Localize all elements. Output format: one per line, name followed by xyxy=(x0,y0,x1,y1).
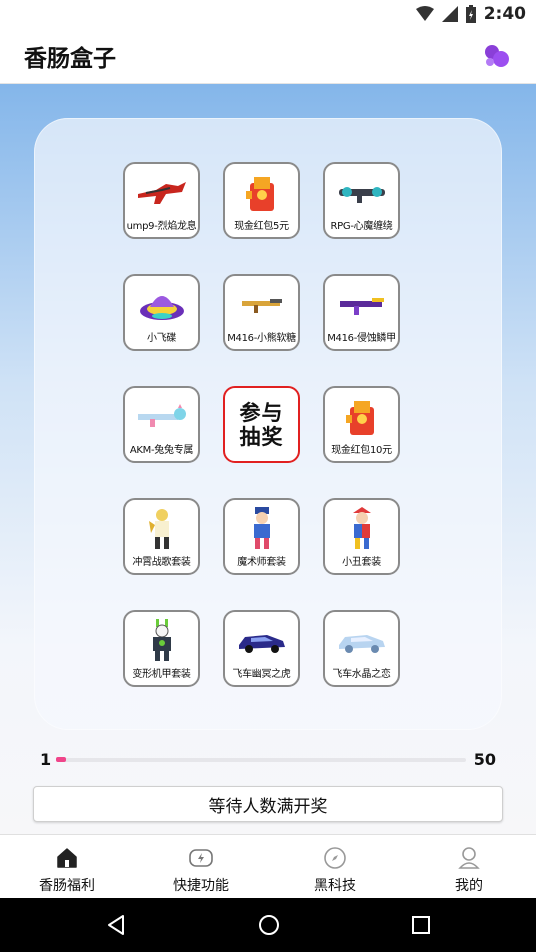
progress-track xyxy=(56,758,466,762)
purple-bubbles-icon[interactable] xyxy=(484,44,510,68)
system-nav-bar xyxy=(0,898,536,952)
clock: 2:40 xyxy=(483,4,526,24)
join-draw-button[interactable]: 参与 抽奖 xyxy=(223,386,300,463)
prize-label: AKM-兔兔专属 xyxy=(129,445,194,456)
prize-item[interactable]: 小飞碟 xyxy=(123,274,200,351)
prize-item[interactable]: 现金红包5元 xyxy=(223,162,300,239)
nav-label: 黑科技 xyxy=(314,878,356,894)
nav-item-mine[interactable]: 我的 xyxy=(402,835,536,898)
nav-label: 我的 xyxy=(455,878,483,894)
progress-max: 50 xyxy=(473,750,496,769)
prize-label: ump9-烈焰龙息 xyxy=(126,221,197,232)
prize-label: 飞车幽冥之虎 xyxy=(232,669,291,680)
prize-label: M416-侵蚀鳞甲 xyxy=(327,333,396,344)
nav-item-welfare[interactable]: 香肠福利 xyxy=(0,835,134,898)
wifi-icon xyxy=(415,6,434,21)
join-draw-line1: 参与 xyxy=(239,400,284,425)
prize-item[interactable]: M416-侵蚀鳞甲 xyxy=(323,274,400,351)
nav-item-shortcuts[interactable]: 快捷功能 xyxy=(134,835,268,898)
nav-item-tech[interactable]: 黑科技 xyxy=(268,835,402,898)
prize-item[interactable]: 变形机甲套装 xyxy=(123,610,200,687)
mech-suit-icon xyxy=(134,619,190,661)
bottom-nav: 香肠福利 快捷功能 黑科技 我的 xyxy=(0,834,536,898)
nav-label: 快捷功能 xyxy=(173,878,229,894)
purple-rifle-icon xyxy=(334,285,390,325)
ufo-icon xyxy=(134,285,190,325)
prize-item[interactable]: AKM-兔兔专属 xyxy=(123,386,200,463)
prize-item[interactable]: 现金红包10元 xyxy=(323,386,400,463)
red-envelope-icon xyxy=(334,397,390,437)
prize-label: 现金红包5元 xyxy=(234,221,289,232)
red-dragon-gun-icon xyxy=(134,173,190,213)
prize-label: 小飞碟 xyxy=(146,333,177,344)
recents-icon[interactable] xyxy=(411,915,431,935)
prize-label: M416-小熊软糖 xyxy=(227,333,296,344)
home-icon xyxy=(56,845,78,871)
back-icon[interactable] xyxy=(105,914,127,936)
prize-label: 现金红包10元 xyxy=(331,445,392,456)
magician-suit-icon xyxy=(234,507,290,549)
rpg-launcher-icon xyxy=(334,173,390,213)
prize-item[interactable]: RPG-心魔缠绕 xyxy=(323,162,400,239)
prize-item[interactable]: ump9-烈焰龙息 xyxy=(123,162,200,239)
prize-item[interactable]: M416-小熊软糖 xyxy=(223,274,300,351)
prize-item[interactable]: 魔术师套装 xyxy=(223,498,300,575)
purple-car-icon xyxy=(234,621,290,661)
gamepad-icon xyxy=(188,845,214,871)
participant-progress: 1 50 xyxy=(40,750,496,772)
battery-icon xyxy=(465,5,476,23)
prize-item[interactable]: 冲霄战歌套装 xyxy=(123,498,200,575)
prize-label: 魔术师套装 xyxy=(237,557,286,568)
prize-card: ump9-烈焰龙息 现金红包5元 RPG-心魔缠绕 小飞碟 M416-小熊软糖 … xyxy=(34,118,502,730)
wait-draw-button[interactable]: 等待人数满开奖 xyxy=(33,786,503,822)
status-bar: 2:40 xyxy=(0,0,536,28)
progress-fill xyxy=(56,757,66,762)
prize-label: 变形机甲套装 xyxy=(132,669,191,680)
profile-icon xyxy=(458,845,480,871)
progress-min: 1 xyxy=(40,750,52,769)
gold-rifle-icon xyxy=(234,285,290,325)
compass-icon xyxy=(323,845,347,871)
crystal-car-icon xyxy=(334,621,390,661)
prize-label: 小丑套装 xyxy=(342,557,381,568)
lottery-area: ump9-烈焰龙息 现金红包5元 RPG-心魔缠绕 小飞碟 M416-小熊软糖 … xyxy=(0,84,536,834)
prize-label: 飞车水晶之恋 xyxy=(332,669,391,680)
armor-suit-icon xyxy=(134,509,190,549)
red-envelope-icon xyxy=(234,173,290,213)
home-button-icon[interactable] xyxy=(258,914,280,936)
bunny-rifle-icon xyxy=(134,397,190,437)
prize-label: RPG-心魔缠绕 xyxy=(330,221,393,232)
clown-suit-icon xyxy=(334,507,390,549)
app-bar: 香肠盒子 xyxy=(0,28,536,84)
prize-item[interactable]: 小丑套装 xyxy=(323,498,400,575)
prize-item[interactable]: 飞车幽冥之虎 xyxy=(223,610,300,687)
prize-label: 冲霄战歌套装 xyxy=(132,557,191,568)
nav-label: 香肠福利 xyxy=(39,878,95,894)
join-draw-line2: 抽奖 xyxy=(239,424,284,449)
app-title: 香肠盒子 xyxy=(24,45,116,72)
signal-icon xyxy=(441,6,458,22)
prize-item[interactable]: 飞车水晶之恋 xyxy=(323,610,400,687)
